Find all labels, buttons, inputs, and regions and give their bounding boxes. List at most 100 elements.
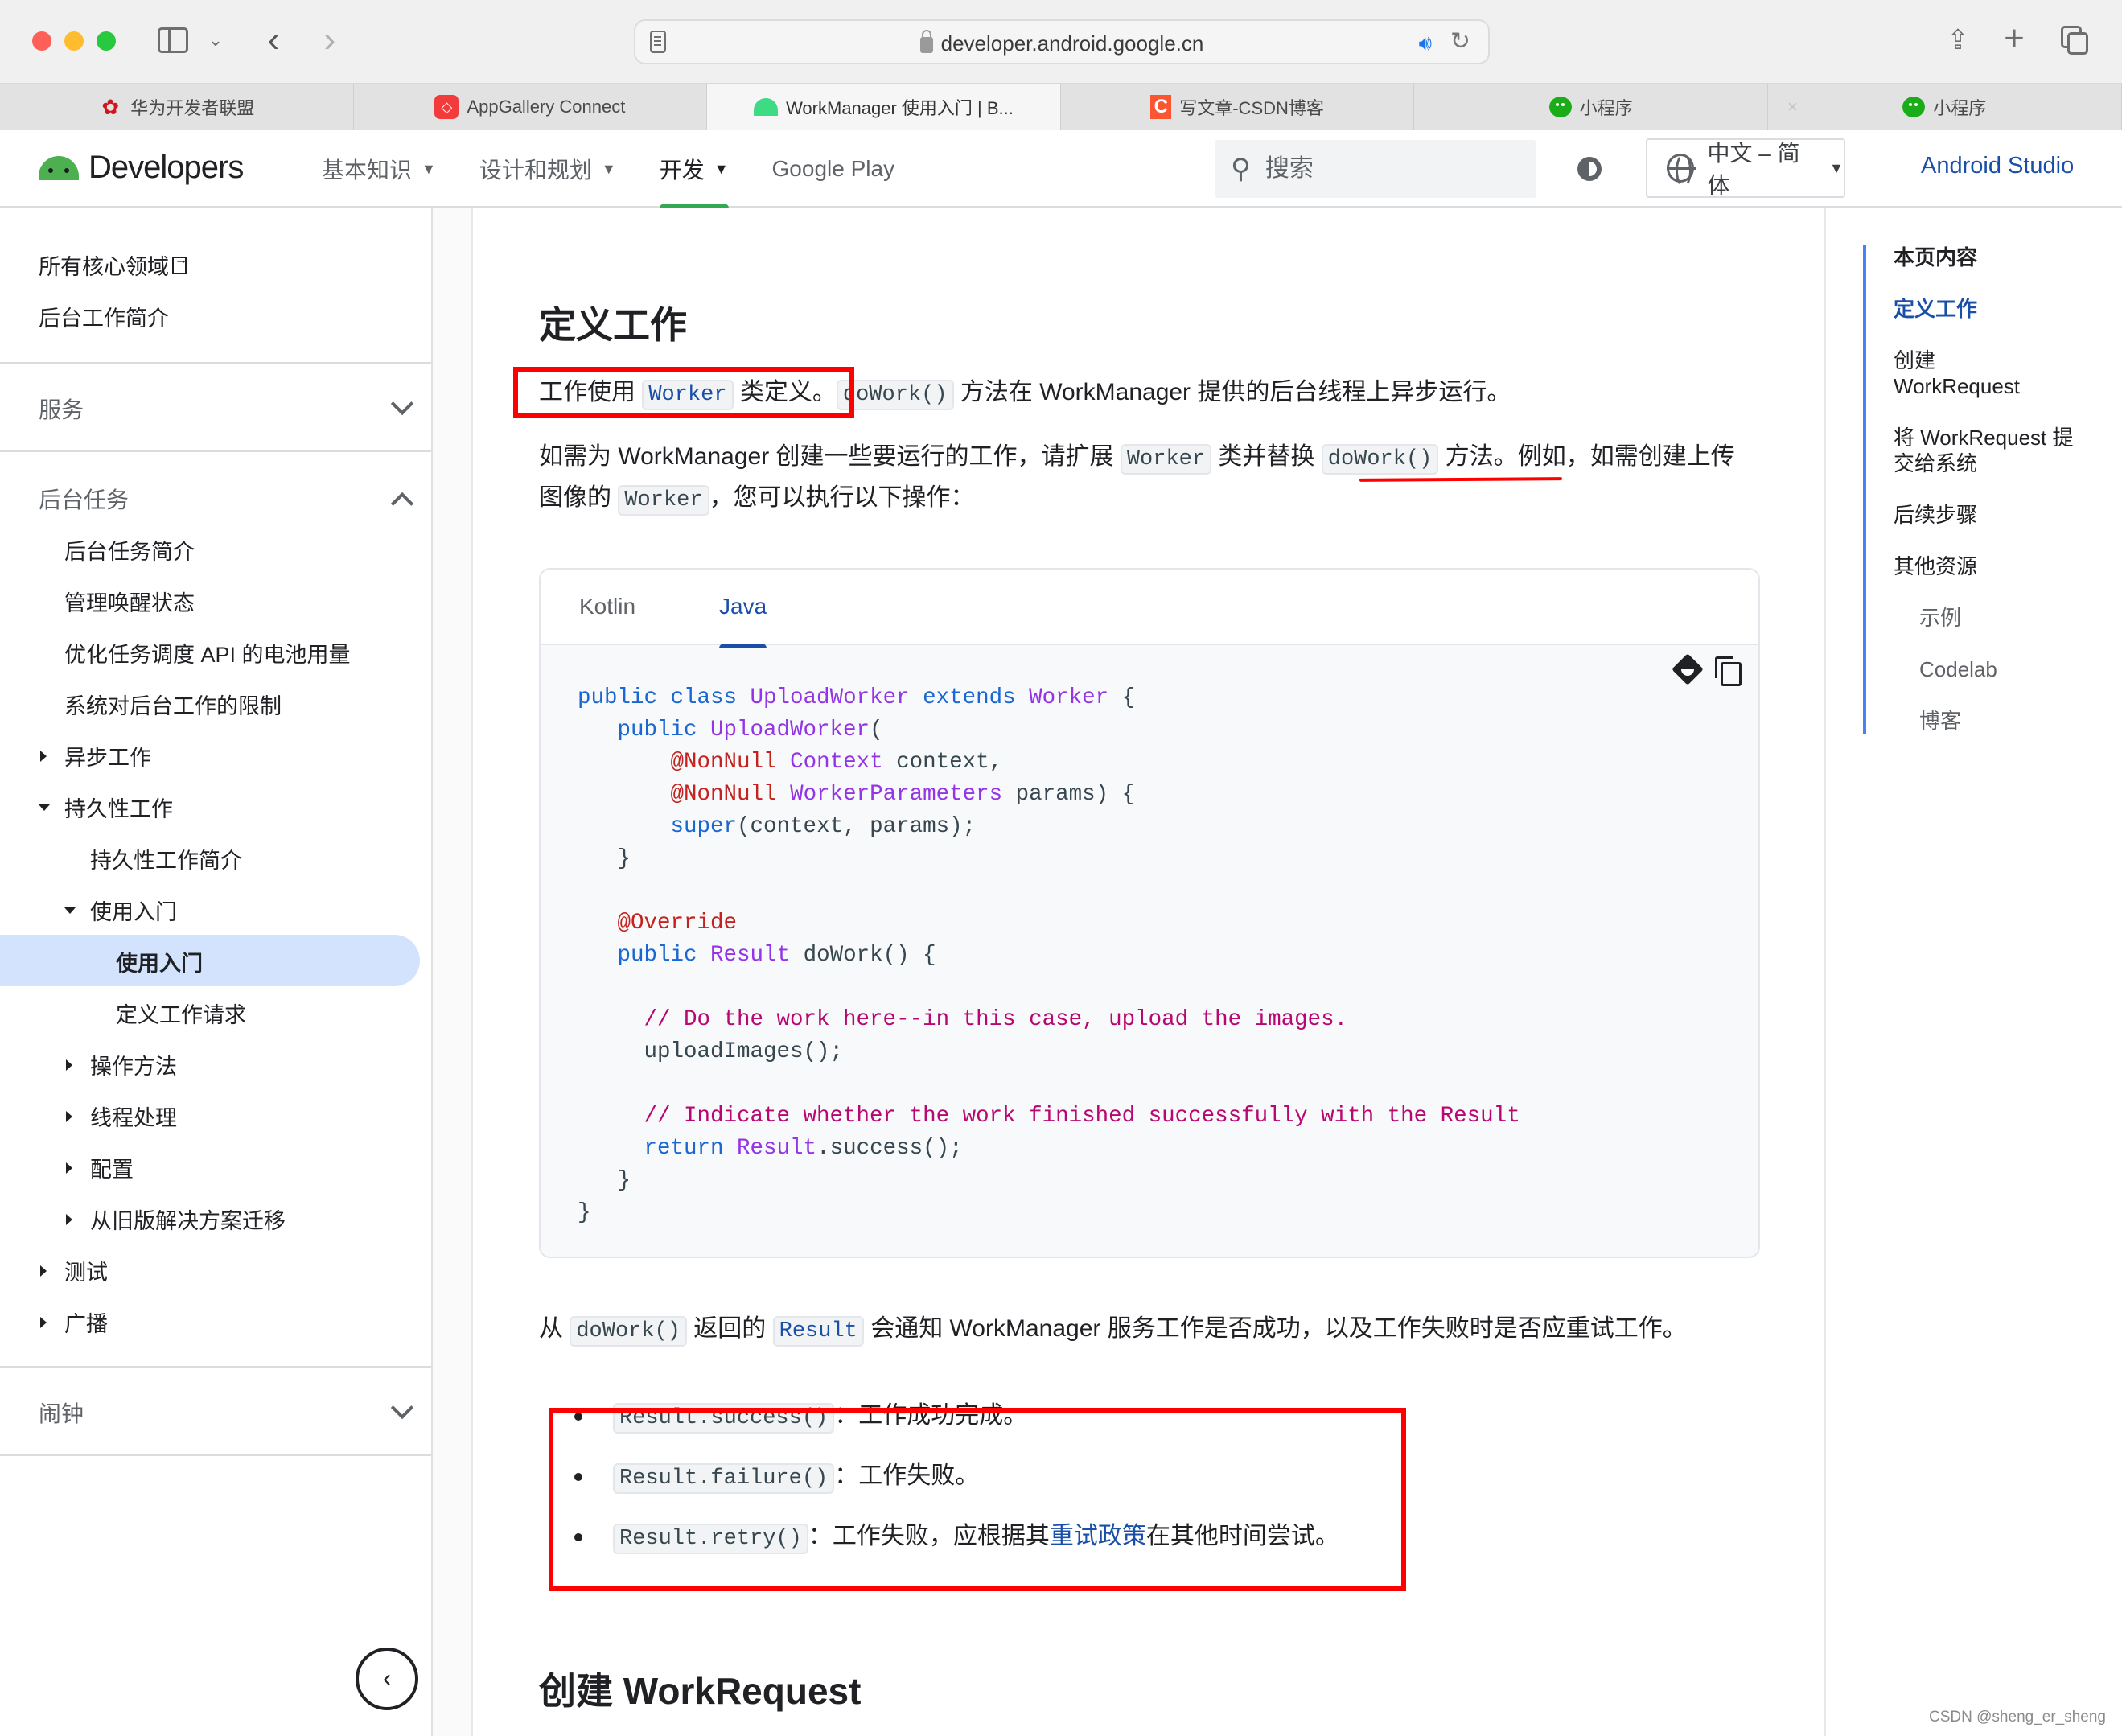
browser-tab[interactable]: ◇ AppGallery Connect — [354, 84, 708, 130]
inline-code: Result.failure() — [613, 1463, 835, 1494]
nav-link-all-core-areas[interactable]: 所有核心领域 — [39, 249, 187, 281]
nav-label: 操作方法 — [90, 1055, 177, 1079]
collapse-sidebar-button[interactable]: ‹ — [356, 1648, 418, 1710]
forward-button[interactable]: › — [314, 20, 346, 60]
nav-item-expandable[interactable]: 线程处理 — [66, 1100, 177, 1132]
language-selector[interactable]: 中文 – 简体 ▼ — [1646, 138, 1845, 198]
retry-policy-link[interactable]: 重试政策 — [1050, 1523, 1146, 1549]
top-navigation: 基本知识 ▼ 设计和规划 ▼ 开发 ▼ Google Play — [322, 130, 894, 208]
code-token: @NonNull — [670, 750, 777, 775]
toc-divider — [1824, 208, 1826, 1736]
toc-item-samples[interactable]: 示例 — [1894, 605, 2104, 631]
section-background-tasks[interactable]: 后台任务 — [0, 483, 431, 523]
copy-code-icon[interactable] — [1715, 656, 1742, 686]
toc-item-blog[interactable]: 博客 — [1894, 708, 2104, 734]
toc-item-define-work[interactable]: 定义工作 — [1894, 296, 2104, 322]
code-toolbar — [1672, 653, 1742, 686]
address-bar[interactable]: developer.android.google.cn 🔊︎ ↻ — [634, 19, 1490, 64]
nav-item[interactable]: 优化任务调度 API 的电池用量 — [64, 637, 351, 668]
site-header: Developers 基本知识 ▼ 设计和规划 ▼ 开发 ▼ Google Play … — [0, 130, 2122, 208]
caret-down-icon: ▼ — [714, 160, 729, 177]
code-token: context, — [882, 750, 1003, 775]
logo-text: Developers — [88, 150, 244, 185]
nav-label: 使用入门 — [90, 900, 177, 924]
chevron-down-icon[interactable]: ⌄ — [206, 27, 225, 53]
search-input[interactable] — [1265, 155, 1507, 183]
back-button[interactable]: ‹ — [257, 20, 290, 60]
browser-tab-active[interactable]: WorkManager 使用入门 | B... — [707, 84, 1061, 130]
code-token: params) { — [1002, 782, 1136, 807]
nav-item-expandable[interactable]: 操作方法 — [66, 1049, 177, 1080]
tab-kotlin[interactable]: Kotlin — [579, 594, 635, 619]
browser-tab[interactable]: 小程序 — [1414, 84, 1768, 130]
nav-design-plan[interactable]: 设计和规划 ▼ — [479, 130, 616, 208]
section-label: 闹钟 — [39, 1401, 84, 1426]
url-text[interactable]: developer.android.google.cn — [635, 30, 1488, 56]
close-window-button[interactable] — [32, 31, 51, 51]
nav-item[interactable]: 定义工作请求 — [116, 998, 246, 1029]
nav-item[interactable]: 持久性工作简介 — [90, 843, 242, 874]
reload-icon[interactable]: ↻ — [1450, 27, 1470, 56]
toc-item-submit-workrequest[interactable]: 将 WorkRequest 提交给系统 — [1894, 425, 2079, 476]
new-tab-button[interactable]: + — [1998, 18, 2030, 60]
nav-basics[interactable]: 基本知识 ▼ — [322, 130, 436, 208]
browser-tab[interactable]: ✿ 华为开发者联盟 — [0, 84, 354, 130]
content-gutter — [433, 208, 473, 1736]
developers-logo[interactable]: Developers — [39, 150, 244, 186]
code-link-worker[interactable]: Worker — [642, 380, 734, 410]
nav-item-expandable[interactable]: 广播 — [40, 1306, 108, 1338]
code-token: } — [578, 1200, 591, 1225]
browser-tab[interactable]: C 写文章-CSDN博客 — [1061, 84, 1415, 130]
toc-item-additional-resources[interactable]: 其他资源 — [1894, 553, 2104, 579]
audio-playing-icon[interactable]: 🔊︎ — [1419, 31, 1432, 56]
nav-item-active[interactable]: 使用入门 — [116, 946, 203, 977]
csdn-icon: C — [1150, 95, 1172, 119]
code-token: public — [578, 718, 711, 743]
code-link-result[interactable]: Result — [772, 1316, 864, 1347]
share-icon[interactable]: ⇪ — [1943, 21, 1972, 60]
nav-item[interactable]: 后台任务简介 — [64, 534, 195, 566]
expand-arrow-icon — [66, 1162, 72, 1174]
dark-mode-toggle[interactable] — [1572, 151, 1607, 187]
code-token: UploadWorker — [750, 685, 910, 710]
search-box[interactable]: ⚲ — [1215, 140, 1536, 198]
section-services[interactable]: 服务 — [0, 392, 431, 433]
nav-item-expandable[interactable]: 异步工作 — [40, 740, 151, 771]
android-studio-link[interactable]: Android Studio — [1921, 153, 2074, 179]
minimize-window-button[interactable] — [64, 31, 84, 51]
toc-item-next-steps[interactable]: 后续步骤 — [1894, 502, 2104, 528]
divider — [0, 450, 431, 452]
huawei-icon: ✿ — [101, 94, 120, 119]
code-token: { — [1108, 685, 1136, 710]
section-alarms[interactable]: 闹钟 — [0, 1396, 431, 1437]
browser-tab[interactable]: × 小程序 — [1768, 84, 2122, 130]
divider — [0, 362, 431, 364]
nav-item-expanded[interactable]: 持久性工作 — [39, 792, 173, 823]
tab-java[interactable]: Java — [719, 594, 767, 648]
code-token: @Override — [578, 911, 738, 936]
code-language-tabs: Kotlin Java — [541, 570, 1758, 648]
nav-item-expandable[interactable]: 测试 — [40, 1255, 108, 1286]
nav-item-expandable[interactable]: 从旧版解决方案迁移 — [66, 1203, 286, 1235]
code-token: .success(); — [816, 1136, 963, 1161]
toc-item-codelab[interactable]: Codelab — [1894, 656, 2104, 682]
nav-item[interactable]: 管理唤醒状态 — [64, 586, 195, 617]
toc-item-create-workrequest[interactable]: 创建 WorkRequest — [1894, 348, 2054, 399]
nav-label: Google Play — [771, 156, 895, 181]
list-item: Result.failure() ：工作失败。 — [574, 1457, 1339, 1498]
expand-arrow-icon — [66, 1213, 72, 1225]
nav-item-expandable[interactable]: 配置 — [66, 1152, 134, 1183]
nav-link-background-work-intro[interactable]: 后台工作简介 — [39, 301, 169, 332]
code-theme-toggle-icon[interactable] — [1672, 653, 1704, 685]
nav-develop[interactable]: 开发 ▼ — [659, 130, 729, 208]
caret-down-icon: ▼ — [601, 160, 616, 177]
sidebar-toggle-icon[interactable] — [158, 27, 188, 53]
nav-item-expanded[interactable]: 使用入门 — [64, 895, 177, 926]
zoom-window-button[interactable] — [97, 31, 116, 51]
nav-item[interactable]: 系统对后台工作的限制 — [64, 689, 282, 720]
close-tab-icon[interactable]: × — [1787, 97, 1798, 117]
wechat-icon — [1902, 97, 1926, 117]
nav-label: 基本知识 — [322, 158, 413, 183]
tab-overview-icon[interactable] — [2059, 24, 2091, 56]
nav-google-play[interactable]: Google Play — [772, 130, 895, 208]
